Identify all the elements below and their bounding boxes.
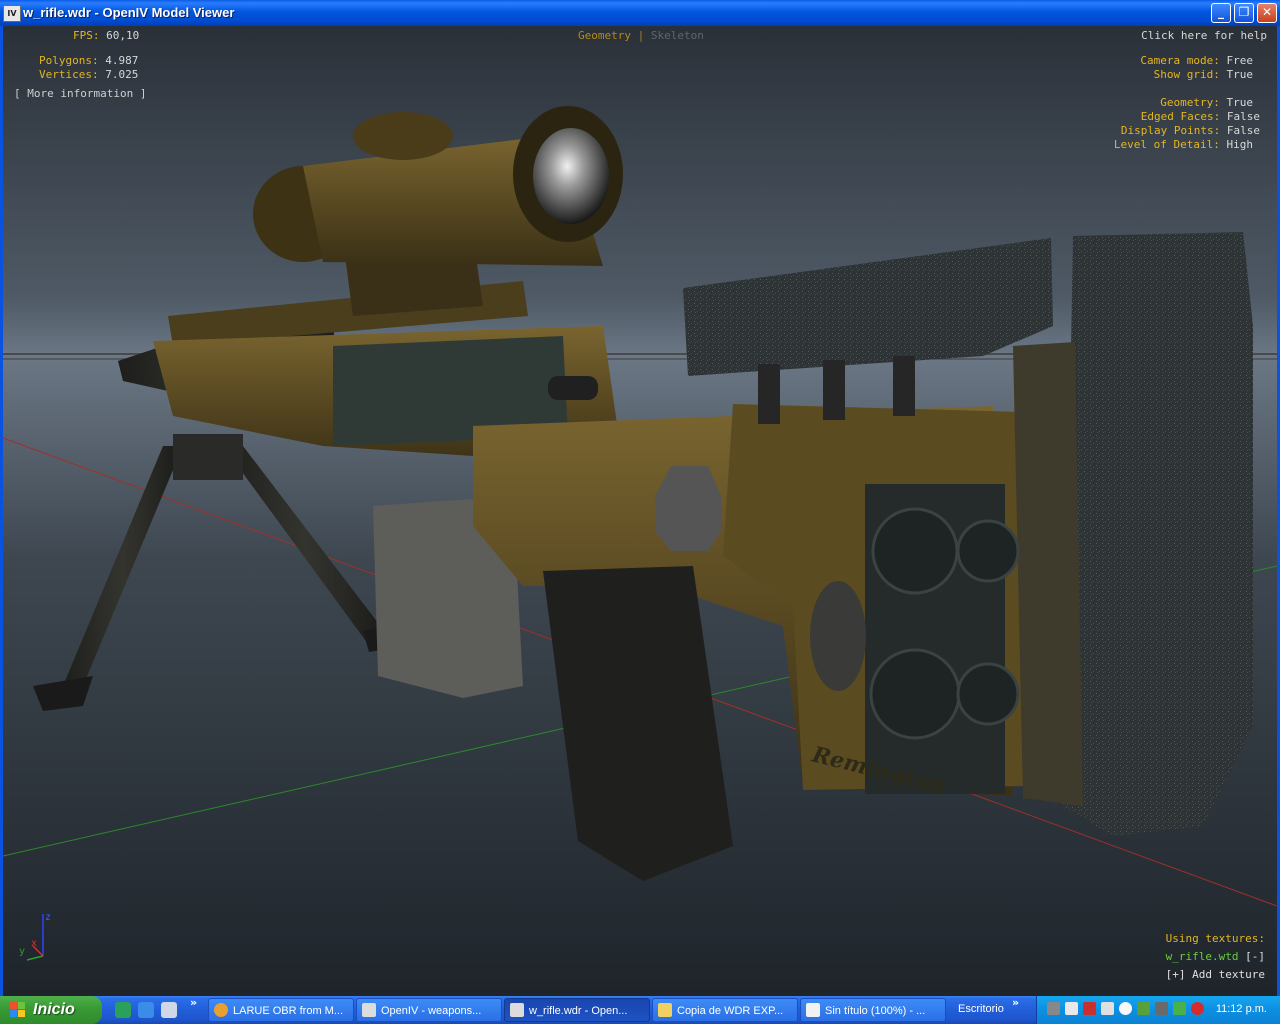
chrome-icon [214,1003,228,1017]
internet-explorer-icon[interactable] [138,1002,154,1018]
minimize-button[interactable]: _ [1211,3,1231,23]
show-desktop-icon[interactable] [161,1002,177,1018]
folder-icon [658,1003,672,1017]
window-title: w_rifle.wdr - OpenIV Model Viewer [23,5,235,20]
help-link[interactable]: Click here for help [1141,29,1267,42]
fps-readout: FPS: 60,10 [73,29,140,42]
textures-panel: Using textures: w_rifle.wtd [-] [+] Add … [1166,930,1265,984]
axis-z-label: z [45,912,51,923]
nvidia-icon[interactable] [1137,1002,1150,1015]
tab-skeleton[interactable]: Skeleton [651,29,704,42]
display-points-setting[interactable]: Display Points: False [1121,124,1260,138]
desktop-toolbar-chevron-icon[interactable]: » [1012,996,1019,1009]
task-wdr-export[interactable]: Copia de WDR EXP... [652,998,798,1022]
using-textures-label: Using textures: [1165,932,1265,945]
clock[interactable]: 11:12 p.m. [1216,1003,1267,1015]
more-information-link[interactable]: [ More information ] [14,87,146,100]
windows-flag-icon [10,1002,25,1017]
camera-mode-setting[interactable]: Camera mode: Free [1140,54,1253,68]
network-icon[interactable] [1047,1002,1060,1015]
model-viewport[interactable]: Remington z y x FPS: 60,10 Polygons: 4.9… [0,26,1280,996]
rifle-model-render[interactable]: Remington z y x [3,26,1277,996]
panda-antivirus-icon[interactable] [1119,1002,1132,1015]
remove-texture-button[interactable]: [-] [1245,950,1265,963]
geometry-setting[interactable]: Geometry: True [1160,96,1253,110]
add-texture-button[interactable]: [+] Add texture [1166,966,1265,984]
axis-y-label: y [19,946,25,957]
show-grid-setting[interactable]: Show grid: True [1154,68,1253,82]
network-warning-icon[interactable] [1083,1002,1096,1015]
start-label: Inicio [33,1001,75,1018]
search-icon[interactable] [1101,1002,1114,1015]
security-alert-icon[interactable] [1191,1002,1204,1015]
window-titlebar[interactable]: IV w_rifle.wdr - OpenIV Model Viewer _ ❐… [0,0,1280,26]
close-button[interactable]: ✕ [1257,3,1277,23]
taskbar: Inicio » LARUE OBR from M... OpenIV - we… [0,996,1280,1024]
utorrent-icon[interactable] [115,1002,131,1018]
task-paint[interactable]: Sin título (100%) - ... [800,998,946,1022]
desktop-toolbar-label[interactable]: Escritorio [958,996,1004,1022]
vertices-readout: Vertices: 7.025 [39,68,139,81]
tab-geometry[interactable]: Geometry [578,29,631,42]
texture-file-link[interactable]: w_rifle.wtd [1166,950,1239,963]
safely-remove-icon[interactable] [1173,1002,1186,1015]
paint-icon [806,1003,820,1017]
axis-x-label: x [31,938,37,949]
start-button[interactable]: Inicio [0,996,102,1024]
openiv-icon [362,1003,376,1017]
system-tray: 11:12 p.m. [1036,996,1280,1024]
openiv-icon [510,1003,524,1017]
polygons-readout: Polygons: 4.987 [39,54,139,67]
maximize-button[interactable]: ❐ [1234,3,1254,23]
view-mode-tabs: Geometry | Skeleton [578,29,704,42]
openiv-app-icon[interactable]: IV [3,5,21,22]
task-model-viewer[interactable]: w_rifle.wdr - Open... [504,998,650,1022]
edged-faces-setting[interactable]: Edged Faces: False [1141,110,1260,124]
task-openiv-weapons[interactable]: OpenIV - weapons... [356,998,502,1022]
signal-bars-icon[interactable] [1065,1002,1078,1015]
level-of-detail-setting[interactable]: Level of Detail: High [1114,138,1253,152]
quicklaunch-chevron-icon[interactable]: » [190,996,197,1009]
task-chrome[interactable]: LARUE OBR from M... [208,998,354,1022]
hardware-icon[interactable] [1155,1002,1168,1015]
